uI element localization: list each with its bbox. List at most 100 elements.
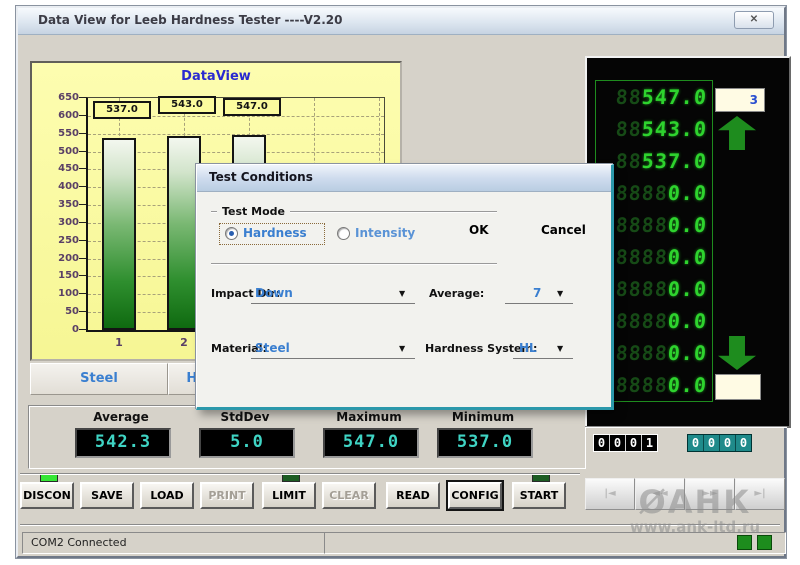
led-unlit-digits: 88	[615, 117, 643, 141]
impact-dir-value[interactable]: Down	[255, 286, 293, 300]
y-axis-tick-label: 450	[41, 163, 79, 174]
y-axis-tick-mark	[79, 133, 86, 134]
close-button[interactable]: ✕	[734, 11, 774, 29]
dialog-title-bar[interactable]: Test Conditions	[197, 165, 611, 192]
load-button[interactable]: LOAD	[140, 482, 194, 509]
y-axis-tick-label: 0	[41, 324, 79, 335]
save-button[interactable]: SAVE	[80, 482, 134, 509]
y-axis-tick-mark	[79, 115, 86, 116]
divider	[20, 473, 580, 475]
nav-first-button[interactable]: |◄	[585, 478, 635, 510]
start-button[interactable]: START	[512, 482, 566, 509]
y-axis-tick-label: 150	[41, 270, 79, 281]
bar-value-label: 537.0	[93, 101, 151, 119]
average-value[interactable]: 7	[533, 286, 541, 300]
ok-button[interactable]: OK	[469, 223, 489, 237]
led-lit-digits: 0.0	[667, 309, 708, 333]
counter-digit: 0	[704, 435, 720, 451]
led-lit-digits: 0.0	[667, 245, 708, 269]
nav-prev-button[interactable]: ◄◄	[635, 478, 685, 510]
stat-label-maximum: Maximum	[323, 410, 415, 424]
led-indicator-discon	[40, 474, 58, 482]
material-underline	[251, 358, 415, 359]
clear-button[interactable]: CLEAR	[322, 482, 376, 509]
counter-digit: 0	[626, 435, 642, 451]
y-axis-tick-label: 550	[41, 128, 79, 139]
divider	[585, 426, 787, 428]
stat-label-minimum: Minimum	[437, 410, 529, 424]
counter-digit: 0	[736, 435, 751, 451]
config-button[interactable]: CONFIG	[448, 482, 502, 509]
average-dropdown-icon[interactable]: ▼	[557, 289, 563, 298]
bar-value-label: 547.0	[223, 98, 281, 116]
y-axis-tick-label: 650	[41, 92, 79, 103]
y-axis-tick-label: 600	[41, 110, 79, 121]
group-line-bottom	[211, 263, 497, 265]
counter-digit: 0	[610, 435, 626, 451]
y-axis-tick-label: 400	[41, 181, 79, 192]
counter-total: 0001	[593, 434, 658, 452]
y-axis-tick-mark	[79, 204, 86, 205]
connection-status-text: COM2 Connected	[31, 536, 127, 549]
hardness-system-underline	[513, 358, 573, 359]
cancel-button[interactable]: Cancel	[541, 223, 586, 237]
stat-value-average: 542.3	[75, 428, 171, 458]
stat-label-stddev: StdDev	[199, 410, 291, 424]
bar-value-label: 543.0	[158, 96, 216, 114]
y-axis-tick-label: 350	[41, 199, 79, 210]
read-button[interactable]: READ	[386, 482, 440, 509]
reading-index-box-empty	[715, 374, 761, 400]
scroll-down-arrow-icon[interactable]	[718, 336, 756, 370]
led-unlit-digits: 88	[615, 85, 643, 109]
impact-dir-underline	[251, 303, 415, 304]
led-lit-digits: 547.0	[641, 85, 708, 109]
status-led-icon	[757, 535, 772, 550]
radio-intensity-label[interactable]: Intensity	[355, 226, 415, 240]
hardness-system-dropdown-icon[interactable]: ▼	[557, 344, 563, 353]
radio-intensity[interactable]	[337, 227, 350, 240]
limit-button[interactable]: LIMIT	[262, 482, 316, 509]
chart-title: DataView	[32, 69, 400, 84]
tab-steel[interactable]: Steel	[30, 363, 168, 395]
y-axis-tick-mark	[79, 97, 86, 98]
led-unlit-digits: 8888	[615, 181, 669, 205]
client-area: DataView 0501001502002503003504004505005…	[18, 35, 784, 553]
led-lit-digits: 543.0	[641, 117, 708, 141]
led-unlit-digits: 8888	[615, 309, 669, 333]
chart-bar	[102, 138, 136, 330]
material-value[interactable]: Steel	[255, 341, 290, 355]
window-title: Data View for Leeb Hardness Tester ----V…	[38, 13, 343, 27]
average-label: Average:	[429, 287, 484, 300]
led-unlit-digits: 8888	[615, 213, 669, 237]
statusbar-spare	[324, 532, 786, 554]
radio-hardness[interactable]	[225, 227, 238, 240]
nav-next-button[interactable]: ►►	[685, 478, 735, 510]
material-dropdown-icon[interactable]: ▼	[399, 344, 405, 353]
y-axis-tick-label: 300	[41, 217, 79, 228]
y-axis-tick-label: 250	[41, 235, 79, 246]
led-lit-digits: 537.0	[641, 149, 708, 173]
y-axis-tick-label: 200	[41, 253, 79, 264]
divider	[20, 524, 780, 526]
discon-button[interactable]: DISCON	[20, 482, 74, 509]
radio-hardness-label[interactable]: Hardness	[243, 226, 307, 240]
y-axis-tick-mark	[79, 275, 86, 276]
stat-value-minimum: 537.0	[437, 428, 533, 458]
y-axis-tick-mark	[79, 168, 86, 169]
y-axis-tick-mark	[79, 258, 86, 259]
hardness-system-value[interactable]: HL	[519, 341, 537, 355]
y-axis-tick-mark	[79, 151, 86, 152]
title-bar: Data View for Leeb Hardness Tester ----V…	[18, 8, 784, 35]
stat-value-maximum: 547.0	[323, 428, 419, 458]
led-lit-digits: 0.0	[667, 181, 708, 205]
y-axis-tick-mark	[79, 222, 86, 223]
statusbar-connection: COM2 Connected	[22, 532, 328, 554]
average-underline	[505, 303, 573, 304]
y-axis-tick-label: 100	[41, 288, 79, 299]
x-axis-tick-label: 1	[107, 336, 131, 349]
nav-last-button[interactable]: ►|	[735, 478, 785, 510]
counter-group: 0000	[687, 434, 752, 452]
print-button[interactable]: PRINT	[200, 482, 254, 509]
scroll-up-arrow-icon[interactable]	[718, 116, 756, 150]
impact-dir-dropdown-icon[interactable]: ▼	[399, 289, 405, 298]
